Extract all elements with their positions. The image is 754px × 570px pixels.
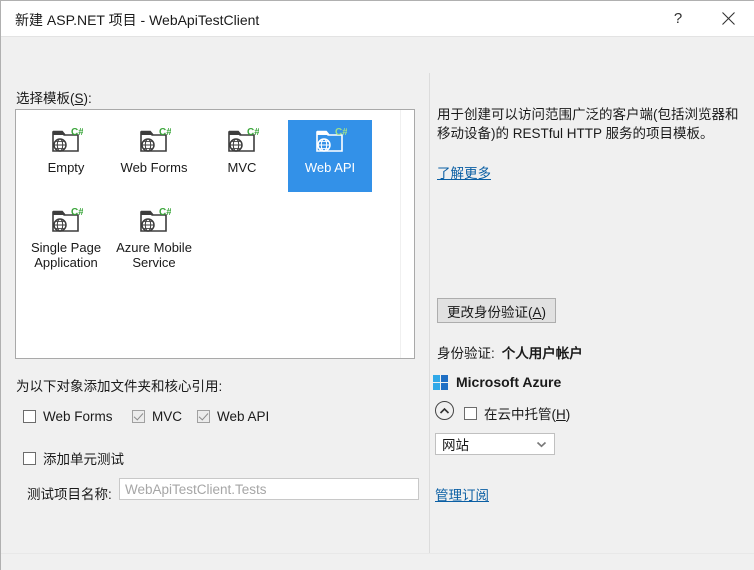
csharp-web-project-icon: C# [137,126,172,156]
authentication-value: 个人用户帐户 [501,346,583,361]
checkbox-web-api[interactable]: Web API [197,409,269,424]
close-button[interactable] [707,1,749,36]
checkbox-host-in-cloud[interactable]: 在云中托管(H) [464,403,570,423]
authentication-status: 身份验证: 个人用户帐户 [437,342,583,362]
azure-collapse-toggle[interactable] [435,401,454,420]
csharp-web-project-icon: C# [137,206,172,236]
checkbox-label: MVC [152,409,182,424]
csharp-web-project-icon: C# [225,126,260,156]
csharp-web-project-icon: C# [49,206,84,236]
template-description: 用于创建可以访问范围广泛的客户端(包括浏览器和移动设备)的 RESTful HT… [437,107,739,141]
template-tile-label: Empty [47,160,85,175]
checkbox-mvc[interactable]: MVC [132,409,182,424]
question-mark-icon: ? [673,10,683,27]
checkbox-box [197,410,210,423]
learn-more-link[interactable]: 了解更多 [437,162,491,182]
azure-resource-type-select[interactable]: 网站 [435,433,555,455]
template-grid: C# Empty C# Web Forms C# MVC C# Web API … [16,110,414,276]
authentication-label: 身份验证: [437,346,495,361]
csharp-web-project-icon: C# [313,126,348,156]
template-list-scrollbar[interactable] [400,110,414,358]
svg-text:C#: C# [335,127,347,138]
template-tile-single-page-application[interactable]: C# Single Page Application [24,200,108,272]
checkbox-label: Web Forms [43,409,113,424]
change-authentication-button[interactable]: 更改身份验证(A) [437,298,557,323]
microsoft-azure-logo-icon [433,374,448,390]
manage-subscription-link[interactable]: 管理订阅 [435,484,489,504]
dialog-body: 选择模板(S): C# Empty C# Web Forms C# MVC C#… [1,37,754,570]
checkbox-box [23,410,36,423]
svg-text:C#: C# [71,207,83,218]
csharp-web-project-icon: C# [49,126,84,156]
template-tile-label: Web Forms [120,160,188,175]
template-tile-azure-mobile-service[interactable]: C# Azure Mobile Service [112,200,196,272]
close-icon [721,12,735,25]
change-authentication-label: 更改身份验证(A) [447,304,547,320]
svg-text:C#: C# [71,127,83,138]
template-tile-label: Single Page Application [30,240,102,270]
checkbox-web-forms[interactable]: Web Forms [23,409,113,424]
template-tile-mvc[interactable]: C# MVC [200,120,284,192]
checkbox-label: 添加单元测试 [43,452,124,467]
select-template-label: 选择模板(S): [16,91,92,106]
template-tile-empty[interactable]: C# Empty [24,120,108,192]
azure-section-header: Microsoft Azure [433,374,561,390]
pane-divider [429,73,430,553]
chevron-up-circle-icon [439,407,450,414]
test-project-name-input[interactable]: WebApiTestClient.Tests [119,478,419,500]
template-tile-label: Azure Mobile Service [116,240,192,270]
footer-separator [1,553,754,554]
test-project-name-label: 测试项目名称: [27,487,112,502]
checkbox-label: Web API [217,409,270,424]
svg-text:C#: C# [247,127,259,138]
template-tile-label: Web API [304,160,356,175]
checkbox-box [132,410,145,423]
checkbox-box [23,451,36,465]
template-tile-web-forms[interactable]: C# Web Forms [112,120,196,192]
help-button[interactable]: ? [657,1,699,36]
checkbox-add-unit-tests[interactable]: 添加单元测试 [23,448,124,468]
chevron-down-icon [536,435,547,453]
svg-text:C#: C# [159,207,171,218]
template-list-panel[interactable]: C# Empty C# Web Forms C# MVC C# Web API … [15,109,415,359]
azure-title: Microsoft Azure [456,374,562,390]
checkbox-box [464,406,477,420]
azure-select-value: 网站 [442,438,469,453]
svg-text:C#: C# [159,127,171,138]
window-title: 新建 ASP.NET 项目 - WebApiTestClient [15,12,260,28]
title-bar: 新建 ASP.NET 项目 - WebApiTestClient ? [1,1,754,37]
new-aspnet-project-dialog: 新建 ASP.NET 项目 - WebApiTestClient ? 选择模板(… [0,0,754,570]
template-tile-label: MVC [227,160,257,175]
add-folders-label: 为以下对象添加文件夹和核心引用: [16,379,223,394]
template-tile-web-api[interactable]: C# Web API [288,120,372,192]
checkbox-label: 在云中托管(H) [484,407,571,422]
